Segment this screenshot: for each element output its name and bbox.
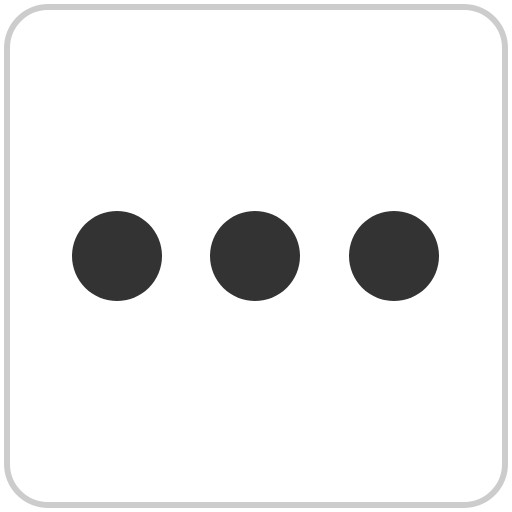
more-options-button[interactable] bbox=[4, 4, 508, 508]
ellipsis-dot-center bbox=[210, 211, 300, 301]
ellipsis-dot-right bbox=[349, 211, 439, 301]
ellipsis-dot-left bbox=[72, 211, 162, 301]
